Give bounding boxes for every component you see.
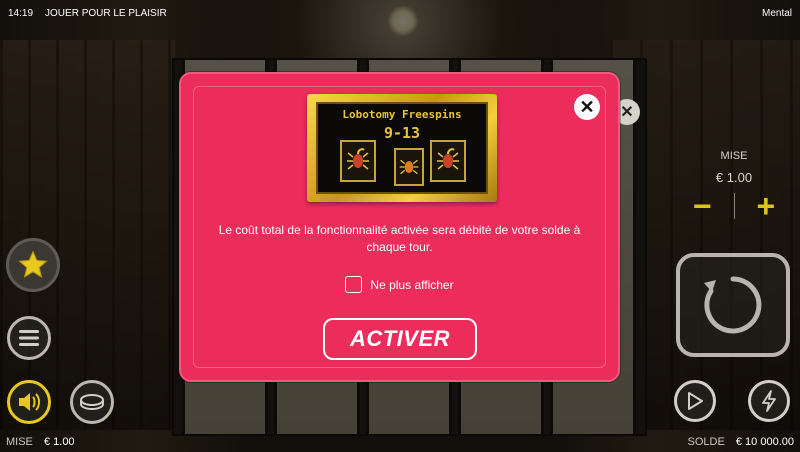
autoplay-button[interactable] xyxy=(674,380,716,422)
play-icon xyxy=(688,392,703,410)
spin-icon xyxy=(704,276,762,334)
activate-button[interactable]: ACTIVER xyxy=(323,318,477,360)
star-icon xyxy=(18,250,48,278)
bet-decrease-button[interactable]: − xyxy=(693,190,712,222)
feature-buy-dialog: Lobotomy Freespins 9-13 ✕ Le coût total … xyxy=(179,72,620,382)
play-mode-label: JOUER POUR LE PLAISIR xyxy=(45,7,167,19)
turbo-button[interactable] xyxy=(748,380,790,422)
bet-panel: MISE € 1.00 − + xyxy=(672,140,796,240)
freespins-ticket: Lobotomy Freespins 9-13 xyxy=(307,94,497,202)
lightning-icon xyxy=(762,390,776,412)
menu-icon xyxy=(19,330,39,346)
coin-value-button[interactable] xyxy=(70,380,114,424)
dont-show-again-checkbox[interactable] xyxy=(345,276,363,293)
bet-increase-button[interactable]: + xyxy=(757,190,776,222)
coin-icon xyxy=(80,394,104,411)
balance-value: € 10 000.00 xyxy=(735,436,794,448)
clock: 14:19 xyxy=(8,7,34,19)
close-icon[interactable]: ✕ xyxy=(574,94,600,120)
dialog-message: Le coût total de la fonctionnalité activ… xyxy=(218,223,581,254)
sound-button[interactable] xyxy=(7,380,51,424)
divider xyxy=(733,193,735,219)
bet-value: € 1.00 xyxy=(715,170,753,185)
ticket-title: Lobotomy Freespins xyxy=(342,108,462,121)
bottom-bar: MISE € 1.00 SOLDE € 10 000.00 xyxy=(0,432,800,452)
scorpion-icon xyxy=(340,140,376,182)
speaker-icon xyxy=(19,393,40,411)
dont-show-again-label: Ne plus afficher xyxy=(370,277,454,292)
bet-footer-value: € 1.00 xyxy=(43,436,75,448)
scorpion-icon xyxy=(430,140,466,182)
feature-star-button[interactable] xyxy=(6,238,60,292)
scorpion-icon xyxy=(394,148,424,186)
top-bar: 14:19 JOUER POUR LE PLAISIR Mental xyxy=(0,0,800,26)
bet-label: MISE xyxy=(720,150,748,162)
bet-footer-label: MISE xyxy=(6,436,33,448)
game-name: Mental xyxy=(761,7,792,19)
ticket-panel: Lobotomy Freespins 9-13 xyxy=(316,102,488,194)
balance-label: SOLDE xyxy=(687,436,725,448)
dont-show-again-row[interactable]: Ne plus afficher xyxy=(181,276,618,293)
spin-button[interactable] xyxy=(676,253,790,357)
menu-button[interactable] xyxy=(7,316,51,360)
